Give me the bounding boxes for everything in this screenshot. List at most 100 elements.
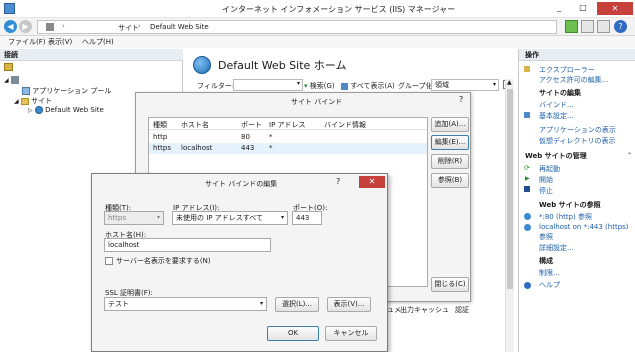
sni-checkbox[interactable] [105,257,113,265]
show-all-button[interactable]: すべて表示(A) [341,81,395,91]
show-all-icon [341,82,348,90]
browse-binding-button[interactable]: 参照(B) [431,173,469,188]
help-icon[interactable]: ? [614,20,627,33]
close-bindings-button[interactable]: 閉じる(C) [431,277,469,292]
cell-port: 80 [241,133,250,141]
table-row[interactable]: https localhost 443 * [149,143,427,154]
action-restart[interactable]: 再起動 [539,164,560,174]
remove-binding-button[interactable]: 削除(R) [431,154,469,169]
action-explore[interactable]: エクスプローラー [539,65,595,75]
feature-authentication[interactable]: 認証 [455,305,469,315]
select-cert-button[interactable]: 選択(L)... [275,297,319,312]
add-binding-button[interactable]: 追加(A)... [431,117,469,132]
address-separator-icon: › [138,22,141,30]
ssl-value: テスト [108,300,129,308]
action-stop[interactable]: 停止 [539,186,553,196]
back-button[interactable]: ◀ [4,20,17,33]
maximize-button[interactable]: □ [572,3,594,15]
column-header-type[interactable]: 種類 [153,120,167,130]
vertical-scrollbar[interactable]: ▲ [505,79,514,352]
action-limits[interactable]: 制限... [539,268,560,278]
ip-value: 未使用の IP アドレスすべて [176,214,263,222]
action-view-vdirs[interactable]: 仮想ディレクトリの表示 [539,136,616,146]
stop-icon[interactable] [581,20,594,33]
group-label: グループ化: [398,82,435,90]
tree-item-sites[interactable]: ◢ サイト [14,96,52,106]
action-browse-https-2[interactable]: 参照 [539,232,553,242]
table-row[interactable]: http 80 * [149,132,427,143]
chevron-down-icon: ▾ [156,214,160,221]
minimize-button[interactable]: _ [548,3,570,15]
tree-item-server[interactable]: ◢ [4,76,19,84]
action-start[interactable]: 開始 [539,175,553,185]
dialog-help-button[interactable]: ? [459,95,463,104]
dialog-help-button[interactable]: ? [336,177,340,186]
basic-settings-icon [524,112,530,118]
host-value: localhost [108,241,140,249]
expand-icon: ◢ [4,77,9,84]
ssl-cert-select[interactable]: テスト ▾ [104,297,267,311]
column-header-binding-info[interactable]: バインド情報 [324,120,366,130]
connect-icon[interactable] [4,63,13,71]
scroll-thumb[interactable] [507,89,513,289]
dialog-close-button[interactable]: ✕ [359,176,385,188]
sni-label[interactable]: サーバー名表示を要求する(N) [116,256,211,266]
ip-select[interactable]: 未使用の IP アドレスすべて ▾ [172,211,288,225]
chevron-down-icon: ▾ [296,80,300,87]
server-icon [46,23,54,31]
filter-input[interactable]: ▾ [233,79,303,91]
host-input[interactable]: localhost [104,238,271,252]
port-value: 443 [296,214,310,222]
tree-item-label: アプリケーション プール [32,87,112,95]
window-title: インターネット インフォメーション サービス (IIS) マネージャー [222,5,456,14]
action-browse-http[interactable]: *:80 (http) 参照 [539,212,592,222]
menu-view[interactable]: 表示(V) [48,37,72,47]
browse-icon [524,213,531,220]
cell-hostname: localhost [181,144,213,152]
refresh-icon[interactable] [565,20,578,33]
collapse-icon[interactable]: ⌃ [627,152,632,159]
search-label: 検索(G) [309,82,335,90]
app-pool-icon [22,87,30,95]
edit-binding-button[interactable]: 編集(E)... [431,135,469,150]
tree-item-app-pools[interactable]: アプリケーション プール [22,86,111,96]
expand-icon: ◢ [14,98,19,105]
action-advanced-settings[interactable]: 詳細設定... [539,243,574,253]
section-manage-site: Web サイトの管理 [525,152,587,160]
page-title: Default Web Site ホーム [218,59,347,72]
port-input[interactable]: 443 [292,211,322,225]
filter-label: フィルター: [197,82,235,90]
action-basic-settings[interactable]: 基本設定... [539,111,574,121]
menu-file[interactable]: ファイル(F) [8,37,46,47]
column-header-hostname[interactable]: ホスト名 [181,120,209,130]
view-cert-button[interactable]: 表示(V)... [327,297,371,312]
title-bar: インターネット インフォメーション サービス (IIS) マネージャー _ □ … [0,0,635,18]
action-view-applications[interactable]: アプリケーションの表示 [539,125,616,135]
group-select[interactable]: 領域 ▾ [431,79,499,91]
feature-output-cache[interactable]: 出力キャッシュ [400,305,449,315]
column-header-port[interactable]: ポート [241,120,262,130]
tree-item-default-site[interactable]: ▷ Default Web Site [28,106,104,114]
search-button[interactable]: ▾ 検索(G) [304,81,335,91]
address-field[interactable]: › サイト › Default Web Site [37,20,557,34]
action-bindings[interactable]: バインド... [539,100,574,110]
menu-help[interactable]: ヘルプ(H) [82,37,114,47]
forward-button[interactable]: ▶ [19,20,32,33]
search-icon: ▾ [304,82,308,90]
show-all-label: すべて表示(A) [350,82,395,90]
ok-button[interactable]: OK [267,326,319,341]
address-segment-site[interactable]: Default Web Site [150,23,209,31]
cell-ip: * [269,133,273,141]
address-segment-sites[interactable]: サイト [118,23,139,33]
app-icon [4,3,15,14]
home-icon[interactable] [597,20,610,33]
cancel-button[interactable]: キャンセル [325,326,377,341]
cell-type: http [153,133,168,141]
action-help[interactable]: ヘルプ [539,280,560,290]
start-icon: ▶ [525,175,530,182]
action-browse-https[interactable]: localhost on *:443 (https) [539,223,629,231]
close-button[interactable]: ✕ [597,2,633,15]
scroll-up-icon[interactable]: ▲ [507,79,512,86]
column-header-ip[interactable]: IP アドレス [269,120,306,130]
action-edit-permissions[interactable]: アクセス許可の編集... [539,75,608,85]
